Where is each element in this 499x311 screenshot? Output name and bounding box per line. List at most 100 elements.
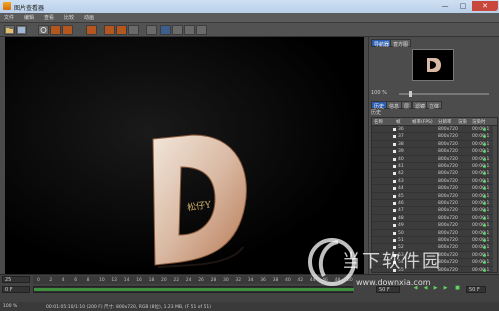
row-time: 00:00:1 [472,201,490,206]
row-frame: 45 [398,193,404,199]
table-row[interactable]: 46 800x720 00:00:1 [372,200,497,208]
zoom-icon[interactable] [184,25,195,35]
render-region-icon[interactable] [86,25,97,35]
column-header[interactable]: 帧 [396,119,401,125]
menu-edit[interactable]: 编辑 [24,14,34,21]
timeline-tick: 26 [198,278,204,283]
column-header[interactable]: 帧率(FPS) [412,119,433,125]
watermark-brand: 当下软件园 [342,251,442,272]
timeline-tick: 4 [61,278,65,283]
table-row[interactable]: 42 800x720 00:00:1 [372,170,497,178]
table-row[interactable]: 40 800x720 00:00:1 [372,156,497,163]
table-row[interactable]: 47 800x720 00:00:1 [372,207,497,215]
grid-icon[interactable] [172,25,183,35]
row-frame: 38 [398,141,404,147]
table-row[interactable]: 49 800x720 00:00:1 [372,222,497,230]
compare-icon[interactable] [104,25,115,35]
row-frame: 37 [398,134,404,140]
table-row[interactable]: 45 800x720 00:00:1 [372,193,497,200]
tab-navigator[interactable]: 导航器 [371,39,393,48]
row-icon [393,172,396,176]
row-time: 00:00:1 [472,134,490,140]
table-row[interactable]: 37 800x720 00:00:1 [372,133,497,141]
row-icon [393,179,396,183]
tab-histogram[interactable]: 直方图 [390,39,412,48]
timeline-tick: 22 [173,278,180,283]
timeline-tick: 8 [86,278,90,283]
tab-info[interactable]: 信息 [386,101,403,110]
save-icon[interactable] [16,25,27,35]
row-time: 00:00:1 [472,186,490,192]
channel-icon[interactable] [146,25,157,35]
zoom-slider[interactable] [399,91,489,97]
row-icon [393,187,396,191]
timeline-tick: 32 [235,278,242,283]
column-header[interactable]: 分辨率 [438,119,452,125]
table-row[interactable]: 38 800x720 00:00:1 [372,141,497,149]
column-header[interactable]: 名称 [374,119,383,125]
row-resolution: 800x720 [438,127,458,132]
row-frame: 49 [398,223,404,229]
timeline-tick: 16 [136,278,142,283]
zoom-slider-handle[interactable] [409,91,412,97]
zoom-out-icon[interactable] [196,25,207,35]
row-icon [393,194,396,198]
table-row[interactable]: 44 800x720 00:00:1 [372,185,497,193]
navigator-thumbnail[interactable] [412,49,454,81]
column-header[interactable]: 渲染 [458,119,467,125]
timeline-tick: 10 [99,278,105,283]
start-frame-field[interactable]: 0 F [2,286,30,293]
tab-history[interactable]: 历史 [371,101,388,110]
row-resolution: 800x720 [438,215,458,221]
row-frame: 44 [398,186,404,192]
column-header[interactable]: 渲染时 [472,119,486,125]
current-frame-field[interactable]: 25 [2,276,30,283]
split-icon[interactable] [116,25,127,35]
row-icon [393,142,396,146]
row-frame: 46 [398,201,404,206]
menu-animation[interactable]: 动画 [84,14,94,21]
status-info: 00:01:05:10/1:10 (200 F) 尺寸: 800x720, RG… [46,305,212,310]
table-row[interactable]: 48 800x720 00:00:1 [372,215,497,223]
row-resolution: 800x720 [438,178,458,184]
ab-icon[interactable] [128,25,139,35]
stop-icon[interactable] [50,25,61,35]
folder-icon[interactable] [4,25,15,35]
tab-stereo[interactable]: 立体 [426,101,443,110]
row-frame: 48 [398,215,404,221]
tab-layers[interactable]: 层 [401,101,413,110]
maximize-button[interactable]: □ [454,1,472,11]
menu-compare[interactable]: 比较 [64,14,74,21]
row-icon [393,128,396,131]
table-row[interactable]: 36 800x720 00:00:1 [372,126,497,134]
row-time: 00:00:1 [472,215,490,221]
row-resolution: 800x720 [438,171,458,177]
timeline-tick: 34 [247,278,254,283]
table-row[interactable]: 41 800x720 00:00:1 [372,163,497,171]
row-resolution: 800x720 [438,208,458,214]
timeline-tick: 0 [37,278,40,283]
settings-icon[interactable] [38,25,49,35]
zoom-row: 100 % [371,90,498,98]
menu-file[interactable]: 文件 [4,14,14,21]
render-icon[interactable] [62,25,73,35]
row-resolution: 800x720 [438,134,458,140]
close-button[interactable]: ✕ [472,1,498,11]
timeline-tick: 30 [223,278,229,283]
status-bar: 100 % 00:01:05:10/1:10 (200 F) 尺寸: 800x7… [0,302,499,311]
toolbar [0,23,499,37]
row-resolution: 800x720 [438,193,458,199]
timeline-tick: 20 [161,278,167,283]
row-time: 00:00:1 [472,127,490,132]
row-time: 00:00:1 [472,208,490,214]
row-frame: 42 [398,171,404,177]
table-row[interactable]: 39 800x720 00:00:1 [372,148,497,156]
minimize-button[interactable]: — [436,1,454,11]
row-icon [393,165,396,168]
fit-icon[interactable] [160,25,171,35]
table-row[interactable]: 43 800x720 00:00:1 [372,178,497,186]
row-frame: 36 [398,127,404,132]
menu-view[interactable]: 查看 [44,14,54,21]
row-frame: 43 [398,178,404,184]
watermark-url: www.downxia.com [356,278,431,287]
